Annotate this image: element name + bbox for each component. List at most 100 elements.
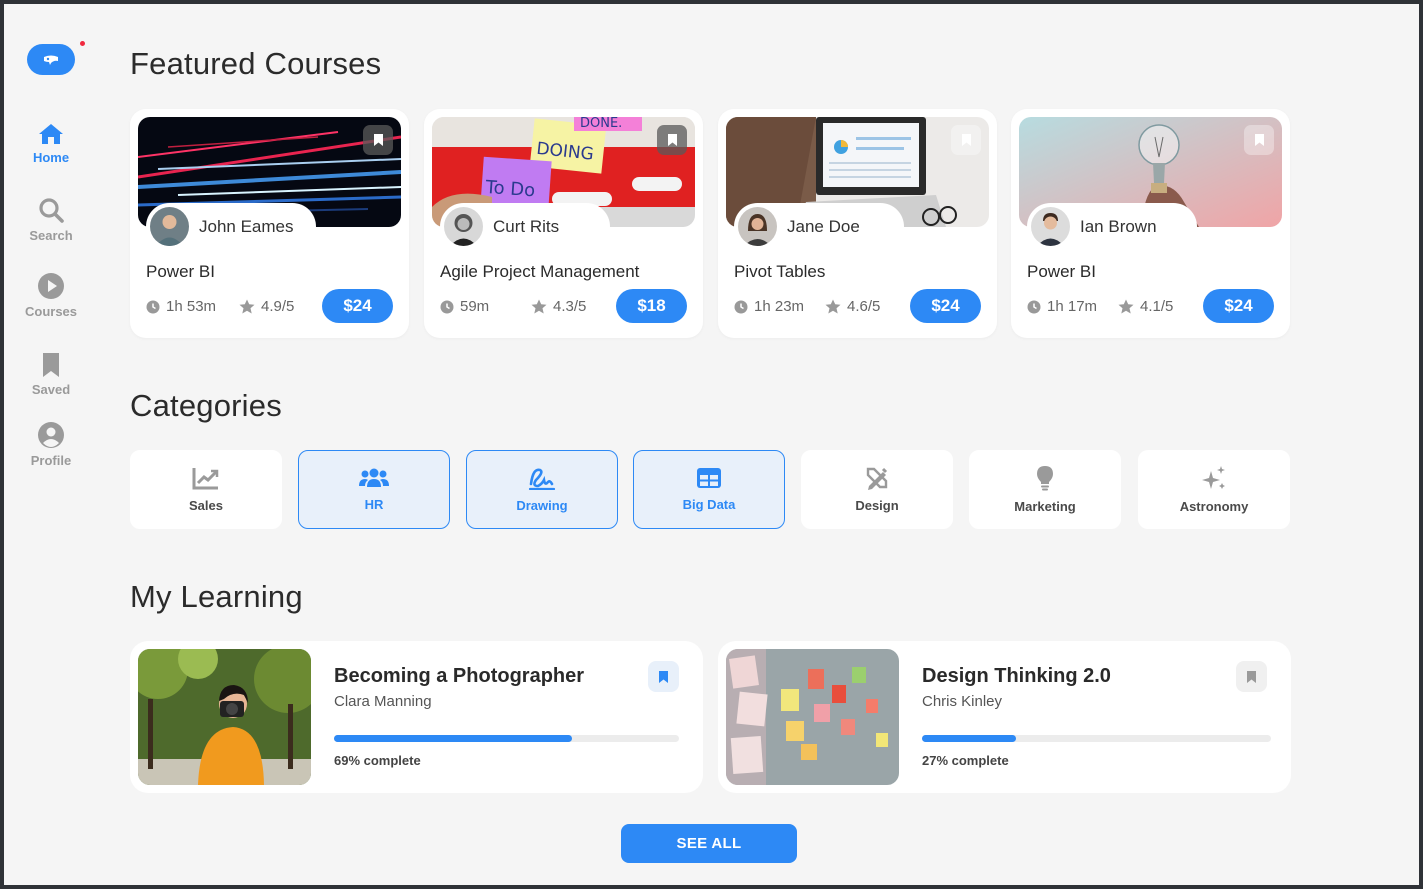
sidebar-item-label: Saved: [31, 382, 71, 397]
chart-line-icon: [192, 468, 219, 490]
svg-text:DONE.: DONE.: [580, 117, 622, 131]
star-icon: [1118, 299, 1134, 314]
categories-heading: Categories: [130, 388, 282, 423]
users-icon: [359, 468, 389, 487]
sidebar-item-label: Profile: [30, 453, 72, 468]
sidebar: Home Search Courses Saved Profile: [4, 4, 98, 885]
course-card[interactable]: Ian Brown Power BI 1h 17m 4.1/5 $24: [1011, 109, 1290, 338]
course-duration: 59m: [440, 298, 489, 315]
app-logo[interactable]: [27, 44, 75, 75]
course-rating: 4.9/5: [239, 298, 294, 315]
course-duration: 1h 17m: [1027, 298, 1097, 315]
bookmark-button[interactable]: [657, 125, 687, 155]
progress-bar: [922, 735, 1271, 742]
author-chip[interactable]: John Eames: [146, 203, 316, 250]
search-icon: [39, 198, 64, 223]
sidebar-item-home[interactable]: Home: [4, 122, 98, 165]
bookmark-icon: [961, 134, 971, 146]
sidebar-item-label: Home: [32, 150, 70, 165]
learning-card[interactable]: Becoming a Photographer Clara Manning 69…: [130, 641, 703, 793]
learning-card[interactable]: Design Thinking 2.0 Chris Kinley 27% com…: [718, 641, 1291, 793]
author-chip[interactable]: Jane Doe: [734, 203, 904, 250]
avatar: [1031, 207, 1070, 246]
learning-title: Becoming a Photographer: [334, 665, 585, 687]
progress-bar: [334, 735, 679, 742]
course-card[interactable]: John Eames Power BI 1h 53m 4.9/5 $24: [130, 109, 409, 338]
learning-thumbnail: [138, 649, 311, 785]
category-big-data[interactable]: Big Data: [633, 450, 785, 529]
course-title: Pivot Tables: [734, 262, 826, 281]
play-circle-icon: [38, 273, 64, 299]
user-circle-icon: [38, 422, 64, 448]
my-learning-heading: My Learning: [130, 579, 303, 614]
sidebar-item-courses[interactable]: Courses: [4, 272, 98, 319]
category-label: Sales: [189, 498, 223, 513]
learning-title: Design Thinking 2.0: [922, 665, 1111, 687]
category-marketing[interactable]: Marketing: [969, 450, 1121, 529]
table-icon: [697, 468, 721, 488]
clock-icon: [440, 300, 454, 313]
course-duration: 1h 53m: [146, 298, 216, 315]
clock-icon: [1027, 300, 1041, 313]
star-icon: [239, 299, 255, 314]
home-icon: [39, 124, 63, 144]
progress-label: 27% complete: [922, 753, 1009, 768]
app-window: Home Search Courses Saved Profile Featur…: [4, 4, 1419, 885]
learning-author: Chris Kinley: [922, 693, 1003, 710]
price-button[interactable]: $24: [910, 289, 981, 323]
category-label: HR: [364, 497, 384, 512]
logo-mark-icon: [44, 55, 58, 65]
bookmark-icon: [43, 353, 59, 377]
sparkles-icon: [1202, 466, 1225, 489]
progress-fill: [922, 735, 1017, 742]
bookmark-button[interactable]: [951, 125, 981, 155]
sidebar-item-profile[interactable]: Profile: [4, 421, 98, 468]
category-label: Marketing: [1014, 499, 1076, 514]
author-name: Curt Rits: [493, 216, 560, 236]
featured-courses-heading: Featured Courses: [130, 46, 382, 81]
see-all-button[interactable]: SEE ALL: [621, 824, 797, 863]
bookmark-icon: [659, 670, 668, 683]
author-chip[interactable]: Ian Brown: [1027, 203, 1197, 250]
learning-thumbnail: [726, 649, 899, 785]
category-label: Drawing: [516, 498, 568, 513]
price-button[interactable]: $18: [616, 289, 687, 323]
bookmark-button[interactable]: [1244, 125, 1274, 155]
bookmark-button[interactable]: [648, 661, 679, 692]
category-design[interactable]: Design: [801, 450, 953, 529]
course-card[interactable]: DOING DONE. To Do Curt Rits Agile Projec…: [424, 109, 703, 338]
clock-icon: [146, 300, 160, 313]
course-rating: 4.6/5: [825, 298, 880, 315]
category-label: Astronomy: [1179, 499, 1249, 514]
avatar: [150, 207, 189, 246]
category-sales[interactable]: Sales: [130, 450, 282, 529]
course-card[interactable]: Jane Doe Pivot Tables 1h 23m 4.6/5 $24: [718, 109, 997, 338]
progress-label: 69% complete: [334, 753, 421, 768]
clock-icon: [734, 300, 748, 313]
bookmark-icon: [1247, 670, 1256, 683]
pencil-ruler-icon: [866, 467, 888, 490]
bookmark-button[interactable]: [363, 125, 393, 155]
bookmark-button[interactable]: [1236, 661, 1267, 692]
price-button[interactable]: $24: [1203, 289, 1274, 323]
course-title: Agile Project Management: [440, 262, 640, 281]
sidebar-item-label: Courses: [24, 304, 78, 319]
star-icon: [531, 299, 547, 314]
course-title: Power BI: [1027, 262, 1096, 281]
sidebar-item-saved[interactable]: Saved: [4, 352, 98, 397]
category-drawing[interactable]: Drawing: [466, 450, 618, 529]
avatar: [444, 207, 483, 246]
price-button[interactable]: $24: [322, 289, 393, 323]
author-chip[interactable]: Curt Rits: [440, 203, 610, 250]
category-label: Design: [855, 498, 899, 513]
category-astronomy[interactable]: Astronomy: [1138, 450, 1290, 529]
sidebar-item-label: Search: [29, 228, 73, 243]
category-label: Big Data: [682, 497, 736, 512]
learning-author: Clara Manning: [334, 693, 432, 710]
signature-icon: [528, 468, 556, 490]
sidebar-item-search[interactable]: Search: [4, 196, 98, 243]
category-hr[interactable]: HR: [298, 450, 450, 529]
course-rating: 4.3/5: [531, 298, 586, 315]
course-title: Power BI: [146, 262, 215, 281]
course-duration: 1h 23m: [734, 298, 804, 315]
